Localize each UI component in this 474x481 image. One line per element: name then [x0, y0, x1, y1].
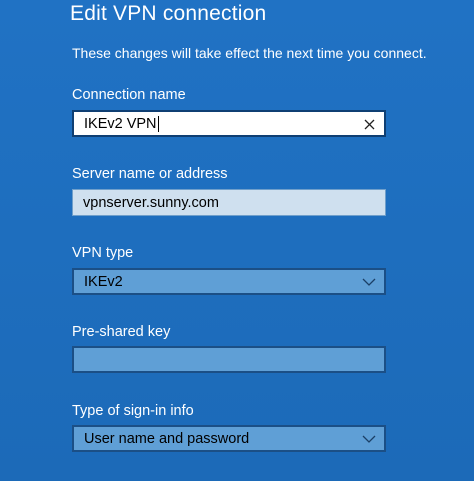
dialog-title: Edit VPN connection — [70, 2, 267, 25]
vpn-type-value: IKEv2 — [84, 273, 123, 290]
close-icon[interactable] — [360, 115, 378, 133]
connection-name-label: Connection name — [72, 87, 186, 103]
preshared-key-field[interactable] — [72, 346, 386, 373]
server-name-value: vpnserver.sunny.com — [83, 194, 219, 211]
vpn-type-label: VPN type — [72, 245, 134, 261]
chevron-down-icon — [362, 435, 376, 443]
preshared-key-label: Pre-shared key — [72, 324, 171, 340]
server-name-label: Server name or address — [72, 166, 228, 182]
dialog-subtitle: These changes will take effect the next … — [72, 45, 427, 61]
vpn-type-select[interactable]: IKEv2 — [72, 268, 386, 295]
vpn-dialog: Edit VPN connection These changes will t… — [0, 0, 474, 481]
text-cursor — [157, 115, 159, 132]
chevron-down-icon — [362, 278, 376, 286]
connection-name-field[interactable]: IKEv2 VPN — [72, 110, 386, 137]
signin-type-label: Type of sign-in info — [72, 403, 194, 419]
server-name-field[interactable]: vpnserver.sunny.com — [72, 189, 386, 216]
signin-type-value: User name and password — [84, 430, 250, 447]
connection-name-value: IKEv2 VPN — [84, 115, 157, 132]
signin-type-select[interactable]: User name and password — [72, 425, 386, 452]
